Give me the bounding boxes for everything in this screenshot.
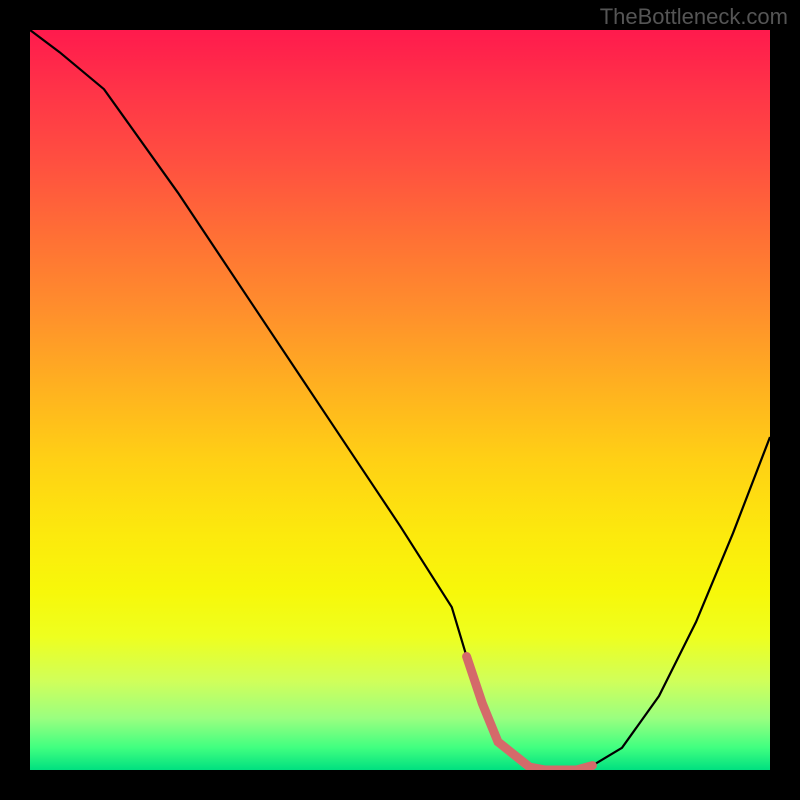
bottleneck-curve	[30, 30, 770, 770]
curve-layer	[30, 30, 770, 770]
optimal-range-highlight	[467, 657, 593, 771]
plot-area	[30, 30, 770, 770]
watermark-text: TheBottleneck.com	[600, 4, 788, 30]
